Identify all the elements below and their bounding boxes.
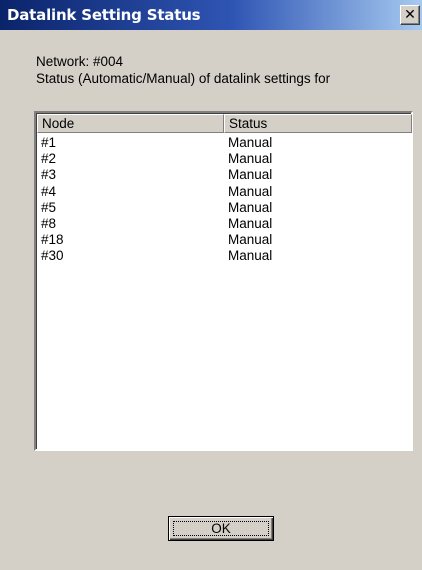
node-cell: #8: [41, 215, 57, 231]
node-cell: #18: [41, 232, 64, 248]
list-row[interactable]: #18 Manual: [37, 232, 412, 248]
node-cell: #2: [41, 151, 57, 167]
network-label: Network: #004: [36, 54, 124, 69]
status-cell: Manual: [228, 151, 273, 167]
list-rows: #1 Manual #2 Manual #3 Manual #4 Manual …: [37, 135, 412, 265]
node-status-list[interactable]: Node Status #1 Manual #2 Manual #3 Manua…: [34, 111, 413, 451]
status-cell: Manual: [228, 215, 273, 231]
list-row[interactable]: #4 Manual: [37, 184, 412, 200]
close-button[interactable]: ✕: [400, 5, 420, 25]
node-cell: #5: [41, 199, 57, 215]
list-row[interactable]: #8 Manual: [37, 216, 412, 232]
status-cell: Manual: [228, 248, 273, 264]
column-header-node[interactable]: Node: [37, 114, 224, 133]
status-cell: Manual: [228, 135, 273, 150]
list-row[interactable]: #1 Manual: [37, 135, 412, 151]
status-description: Status (Automatic/Manual) of datalink se…: [36, 71, 331, 86]
ok-button[interactable]: OK: [168, 516, 274, 541]
status-cell: Manual: [228, 232, 273, 248]
list-header: Node Status: [37, 114, 412, 133]
ok-button-label: OK: [211, 521, 231, 536]
status-cell: Manual: [228, 183, 273, 199]
column-header-status[interactable]: Status: [224, 114, 412, 133]
window-title: Datalink Setting Status: [7, 6, 201, 24]
status-cell: Manual: [228, 167, 273, 183]
node-cell: #30: [41, 248, 64, 264]
node-cell: #3: [41, 167, 57, 183]
node-cell: #1: [41, 135, 57, 150]
status-cell: Manual: [228, 199, 273, 215]
list-row[interactable]: #30 Manual: [37, 248, 412, 264]
list-row[interactable]: #5 Manual: [37, 200, 412, 216]
node-cell: #4: [41, 183, 57, 199]
title-bar[interactable]: Datalink Setting Status ✕: [0, 0, 422, 30]
list-row[interactable]: #3 Manual: [37, 167, 412, 183]
close-icon: ✕: [404, 7, 416, 23]
list-row[interactable]: #2 Manual: [37, 151, 412, 167]
